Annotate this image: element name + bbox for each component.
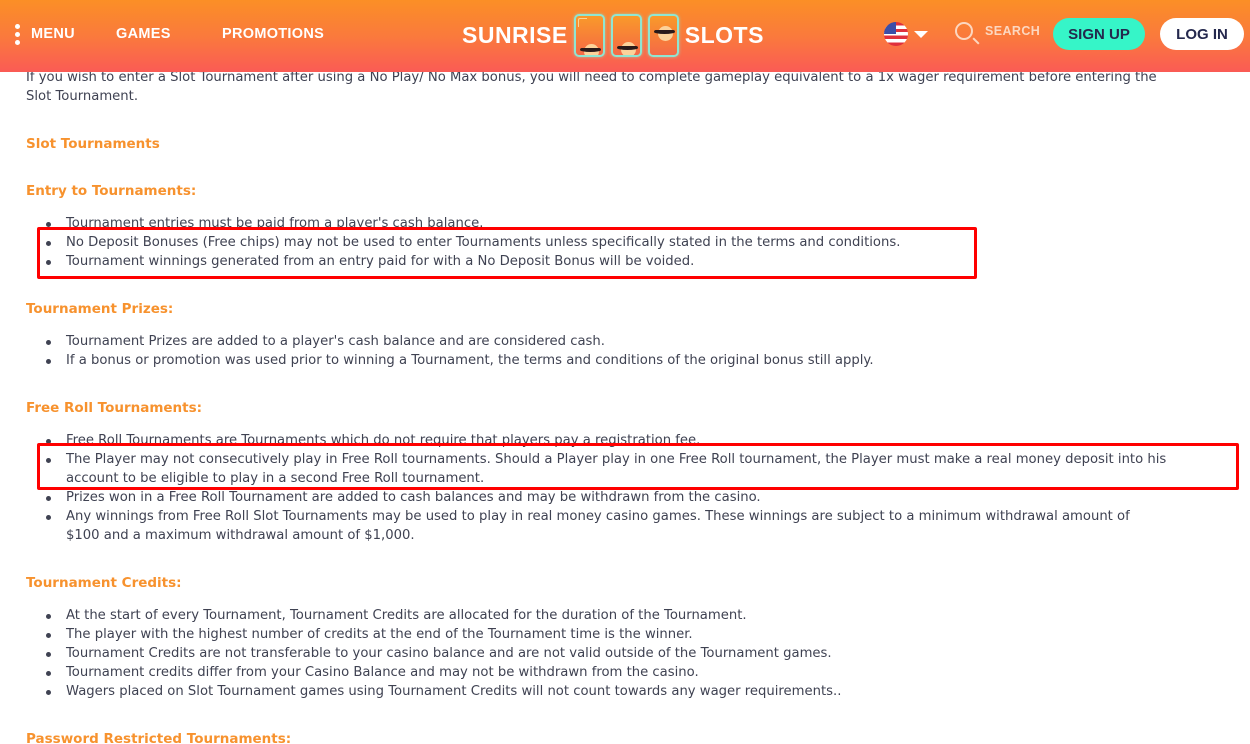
- slot-reel-icon: [647, 13, 679, 57]
- intro-text-line-2: Slot Tournament.: [26, 89, 139, 104]
- heading-entry-to-tournaments: Entry to Tournaments:: [26, 183, 197, 199]
- nav-games[interactable]: GAMES: [116, 26, 171, 42]
- search-label: SEARCH: [985, 24, 1041, 38]
- list-item: Tournament credits differ from your Casi…: [46, 665, 699, 680]
- list-item: Prizes won in a Free Roll Tournament are…: [46, 490, 761, 505]
- search-button[interactable]: SEARCH: [955, 22, 1041, 45]
- bat-icon: [653, 29, 675, 34]
- caret-down-icon[interactable]: [914, 31, 928, 38]
- log-in-button[interactable]: LOG IN: [1160, 18, 1244, 50]
- heading-tournament-credits: Tournament Credits:: [26, 575, 182, 591]
- bat-icon: [579, 47, 601, 52]
- slot-reel-icon: [610, 13, 642, 57]
- logo-text-right: SLOTS: [684, 21, 764, 48]
- list-item-continuation: $100 and a maximum withdrawal amount of …: [66, 528, 415, 543]
- menu-button[interactable]: MENU: [31, 26, 75, 42]
- site-logo[interactable]: SUNRISE SLOTS: [462, 12, 764, 58]
- slot-reel-icon: [573, 13, 605, 57]
- red-highlight-box: [37, 227, 977, 279]
- heading-tournament-prizes: Tournament Prizes:: [26, 301, 174, 317]
- section-title-slot-tournaments: Slot Tournaments: [26, 136, 160, 152]
- list-item: Any winnings from Free Roll Slot Tournam…: [46, 509, 1130, 524]
- bat-icon: [616, 45, 638, 50]
- list-item: The player with the highest number of cr…: [46, 627, 693, 642]
- list-item: Tournament Prizes are added to a player'…: [46, 334, 605, 349]
- red-highlight-box: [37, 443, 1239, 490]
- list-item: Wagers placed on Slot Tournament games u…: [45, 684, 842, 699]
- top-navigation-bar: MENU GAMES PROMOTIONS SUNRISE SLOTS SEAR…: [0, 0, 1250, 72]
- list-item: If a bonus or promotion was used prior t…: [46, 353, 874, 368]
- list-item: Tournament Credits are not transferable …: [46, 646, 832, 661]
- us-flag-icon[interactable]: [884, 22, 908, 46]
- logo-text-left: SUNRISE: [462, 21, 568, 48]
- heading-free-roll-tournaments: Free Roll Tournaments:: [26, 400, 203, 416]
- sign-up-button[interactable]: SIGN UP: [1053, 18, 1145, 50]
- search-icon: [955, 22, 980, 45]
- list-item: At the start of every Tournament, Tourna…: [46, 608, 747, 623]
- cobweb-icon: [577, 17, 587, 27]
- menu-dots-icon[interactable]: [15, 24, 21, 48]
- nav-promotions[interactable]: PROMOTIONS: [222, 26, 324, 42]
- heading-password-restricted-tournaments: Password Restricted Tournaments:: [26, 731, 292, 744]
